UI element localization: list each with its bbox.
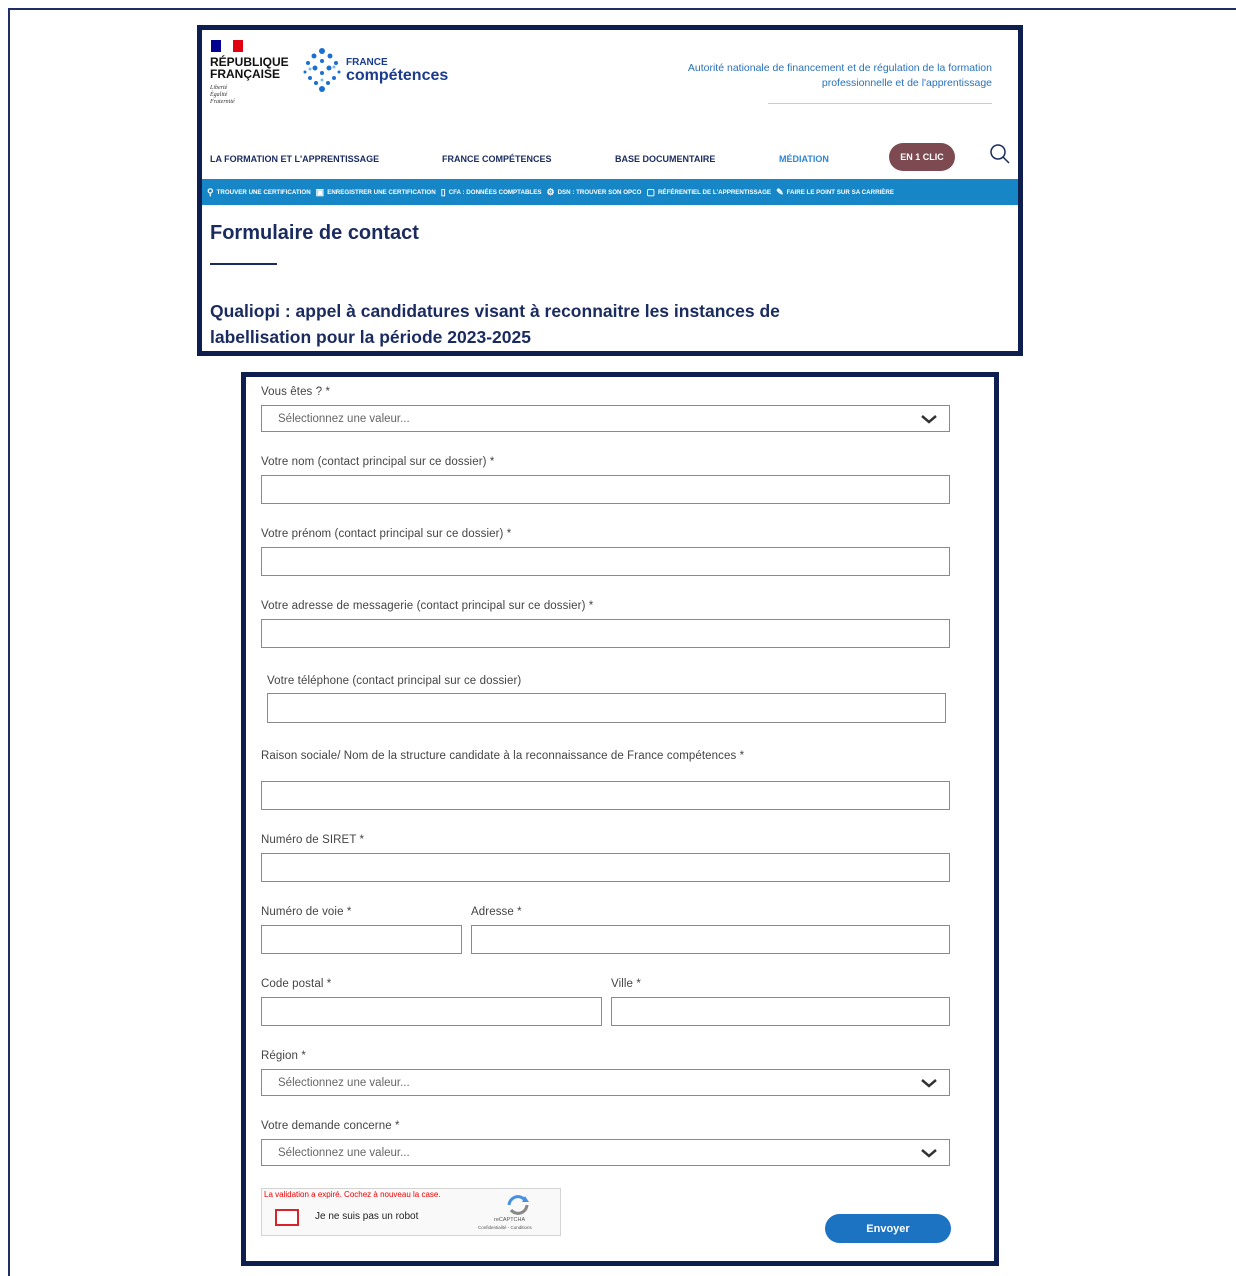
quicklink-label: TROUVER UNE CERTIFICATION <box>216 188 311 196</box>
email-field[interactable] <box>261 619 950 648</box>
email-label: Votre adresse de messagerie (contact pri… <box>261 600 594 612</box>
nav-mediation[interactable]: MÉDIATION <box>779 154 829 164</box>
pen-icon: ✎ <box>776 186 784 197</box>
quicklink-label: CFA : DONNÉES COMPTABLES <box>448 188 542 196</box>
vous-etes-select[interactable]: Sélectionnez une valeur... <box>261 405 950 432</box>
recaptcha-logo-icon <box>507 1195 529 1215</box>
authority-tagline: Autorité nationale de financement et de … <box>687 62 992 89</box>
france-competences-logo-icon <box>303 48 341 92</box>
nav-formation-apprentissage[interactable]: LA FORMATION ET L'APPRENTISSAGE <box>210 154 379 164</box>
marianne-flag-icon <box>211 40 243 52</box>
telephone-field[interactable] <box>267 693 946 723</box>
nav-base-documentaire[interactable]: BASE DOCUMENTAIRE <box>615 154 715 164</box>
raison-sociale-field[interactable] <box>261 781 950 810</box>
ville-label: Ville * <box>611 978 641 990</box>
quicklink-label: FAIRE LE POINT SUR SA CARRIÈRE <box>786 188 894 196</box>
quicklink-carriere[interactable]: ✎ FAIRE LE POINT SUR SA CARRIÈRE <box>776 186 894 197</box>
captcha-label: Je ne suis pas un robot <box>315 1211 419 1222</box>
captcha-checkbox[interactable] <box>275 1209 299 1226</box>
captcha-terms-link[interactable]: Confidentialité - Conditions <box>478 1225 532 1230</box>
region-select[interactable]: Sélectionnez une valeur... <box>261 1069 950 1096</box>
siret-label: Numéro de SIRET * <box>261 834 365 846</box>
brand-name-large: compétences <box>346 67 449 84</box>
code-postal-field[interactable] <box>261 997 602 1026</box>
ville-field[interactable] <box>611 997 950 1026</box>
quicklink-label: RÉFÉRENTIEL DE L'APPRENTISSAGE <box>657 188 772 196</box>
captcha-brand: reCAPTCHA <box>494 1217 526 1223</box>
code-postal-label: Code postal * <box>261 978 332 990</box>
contact-form-panel: Vous êtes ? * Sélectionnez une valeur...… <box>241 372 999 1266</box>
region-label: Région * <box>261 1050 306 1062</box>
raison-sociale-label: Raison sociale/ Nom de la structure cand… <box>261 750 745 762</box>
nav-france-competences[interactable]: FRANCE COMPÉTENCES <box>442 154 552 164</box>
chevron-down-icon <box>921 415 937 424</box>
quicklink-dsn-opco[interactable]: ⚙ DSN : TROUVER SON OPCO <box>546 186 642 197</box>
captcha-error: La validation a expiré. Cochez à nouveau… <box>264 1190 441 1199</box>
demande-label: Votre demande concerne * <box>261 1120 400 1132</box>
quicklink-label: ENREGISTRER UNE CERTIFICATION <box>327 188 436 196</box>
quicklink-label: DSN : TROUVER SON OPCO <box>557 188 642 196</box>
nom-label: Votre nom (contact principal sur ce doss… <box>261 456 495 468</box>
adresse-field[interactable] <box>471 925 950 954</box>
vous-etes-label: Vous êtes ? * <box>261 386 331 398</box>
search-icon[interactable] <box>989 143 1011 165</box>
page-title: Formulaire de contact <box>210 222 419 244</box>
envoyer-button[interactable]: Envoyer <box>825 1214 951 1243</box>
republique-francaise-text: RÉPUBLIQUE FRANÇAISE <box>210 55 289 81</box>
telephone-label: Votre téléphone (contact principal sur c… <box>267 675 522 687</box>
page-subtitle: Qualiopi : appel à candidatures visant à… <box>210 301 780 347</box>
chevron-down-icon <box>921 1079 937 1088</box>
gear-icon: ⚙ <box>546 186 555 197</box>
select-value: Sélectionnez une valeur... <box>278 1076 410 1089</box>
numero-voie-label: Numéro de voie * <box>261 906 352 918</box>
quicklinks-bar: ⚲ TROUVER UNE CERTIFICATION ▣ ENREGISTRER … <box>202 179 1018 205</box>
divider <box>768 103 992 104</box>
site-header-panel: RÉPUBLIQUE FRANÇAISE Liberté Égalité Fra… <box>197 25 1023 356</box>
select-value: Sélectionnez une valeur... <box>278 412 410 425</box>
quicklink-referentiel[interactable]: ▢ RÉFÉRENTIEL DE L'APPRENTISSAGE <box>646 186 772 197</box>
numero-voie-field[interactable] <box>261 925 462 954</box>
quicklink-trouver-certification[interactable]: ⚲ TROUVER UNE CERTIFICATION <box>207 186 311 197</box>
prenom-label: Votre prénom (contact principal sur ce d… <box>261 528 512 540</box>
select-value: Sélectionnez une valeur... <box>278 1146 410 1159</box>
save-icon: ▣ <box>315 186 325 197</box>
prenom-field[interactable] <box>261 547 950 576</box>
title-underline <box>210 263 277 265</box>
demande-select[interactable]: Sélectionnez une valeur... <box>261 1139 950 1166</box>
siret-field[interactable] <box>261 853 950 882</box>
chevron-down-icon <box>921 1149 937 1158</box>
quicklink-cfa-donnees[interactable]: ▯ CFA : DONNÉES COMPTABLES <box>440 186 542 197</box>
quicklink-enregistrer-certification[interactable]: ▣ ENREGISTRER UNE CERTIFICATION <box>315 186 436 197</box>
recaptcha-widget: La validation a expiré. Cochez à nouveau… <box>261 1188 561 1236</box>
nom-field[interactable] <box>261 475 950 504</box>
document-icon: ▯ <box>440 186 446 197</box>
clipboard-icon: ▢ <box>646 186 655 197</box>
en-1-clic-button[interactable]: EN 1 CLIC <box>889 143 955 171</box>
adresse-label: Adresse * <box>471 906 522 918</box>
search-icon: ⚲ <box>207 186 214 197</box>
republic-motto: Liberté Égalité Fraternité <box>210 85 235 105</box>
